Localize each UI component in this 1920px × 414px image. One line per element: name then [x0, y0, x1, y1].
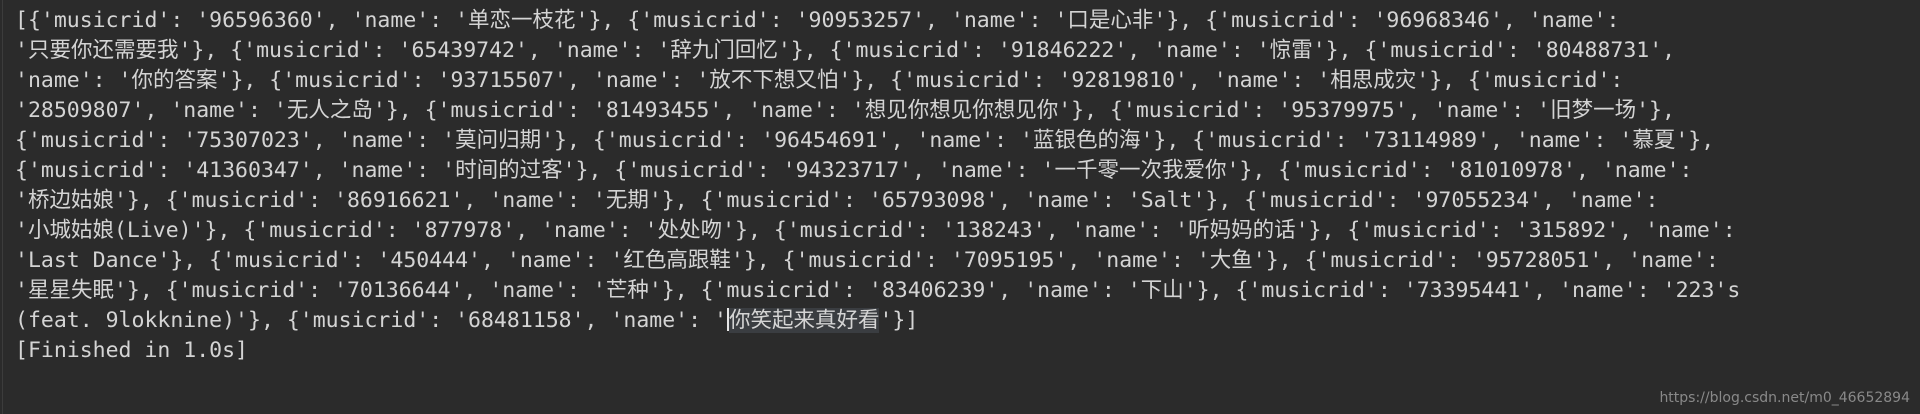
- console-line-10: '星星失眠'}, {'musicrid': '70136644', 'name'…: [15, 278, 1741, 303]
- watermark: https://blog.csdn.net/m0_46652894: [1659, 390, 1910, 406]
- console-line-2: '只要你还需要我'}, {'musicrid': '65439742', 'na…: [15, 38, 1676, 63]
- build-status: [Finished in 1.0s]: [15, 338, 248, 363]
- console-line-11: (feat. 9lokknine)'}, {'musicrid': '68481…: [15, 306, 1915, 336]
- console-line-3: 'name': '你的答案'}, {'musicrid': '93715507'…: [15, 68, 1624, 93]
- console-line-11-suffix: '}]: [879, 308, 919, 333]
- console-line-7: '桥边姑娘'}, {'musicrid': '86916621', 'name'…: [15, 188, 1659, 213]
- console-line-9: 'Last Dance'}, {'musicrid': '450444', 'n…: [15, 248, 1719, 273]
- console-line-11-prefix: (feat. 9lokknine)'}, {'musicrid': '68481…: [15, 308, 727, 333]
- console-line-1: [{'musicrid': '96596360', 'name': '单恋一枝花…: [15, 8, 1620, 33]
- console-output[interactable]: [{'musicrid': '96596360', 'name': '单恋一枝花…: [15, 6, 1915, 366]
- console-line-6: {'musicrid': '41360347', 'name': '时间的过客'…: [15, 158, 1693, 183]
- console-line-8: '小城姑娘(Live)'}, {'musicrid': '877978', 'n…: [15, 218, 1736, 243]
- console-output-panel[interactable]: [{'musicrid': '96596360', 'name': '单恋一枝花…: [2, 0, 1920, 414]
- console-line-5: {'musicrid': '75307023', 'name': '莫问归期'}…: [15, 128, 1715, 153]
- console-line-4: '28509807', 'name': '无人之岛'}, {'musicrid'…: [15, 98, 1675, 123]
- selected-text[interactable]: 你笑起来真好看: [728, 308, 880, 333]
